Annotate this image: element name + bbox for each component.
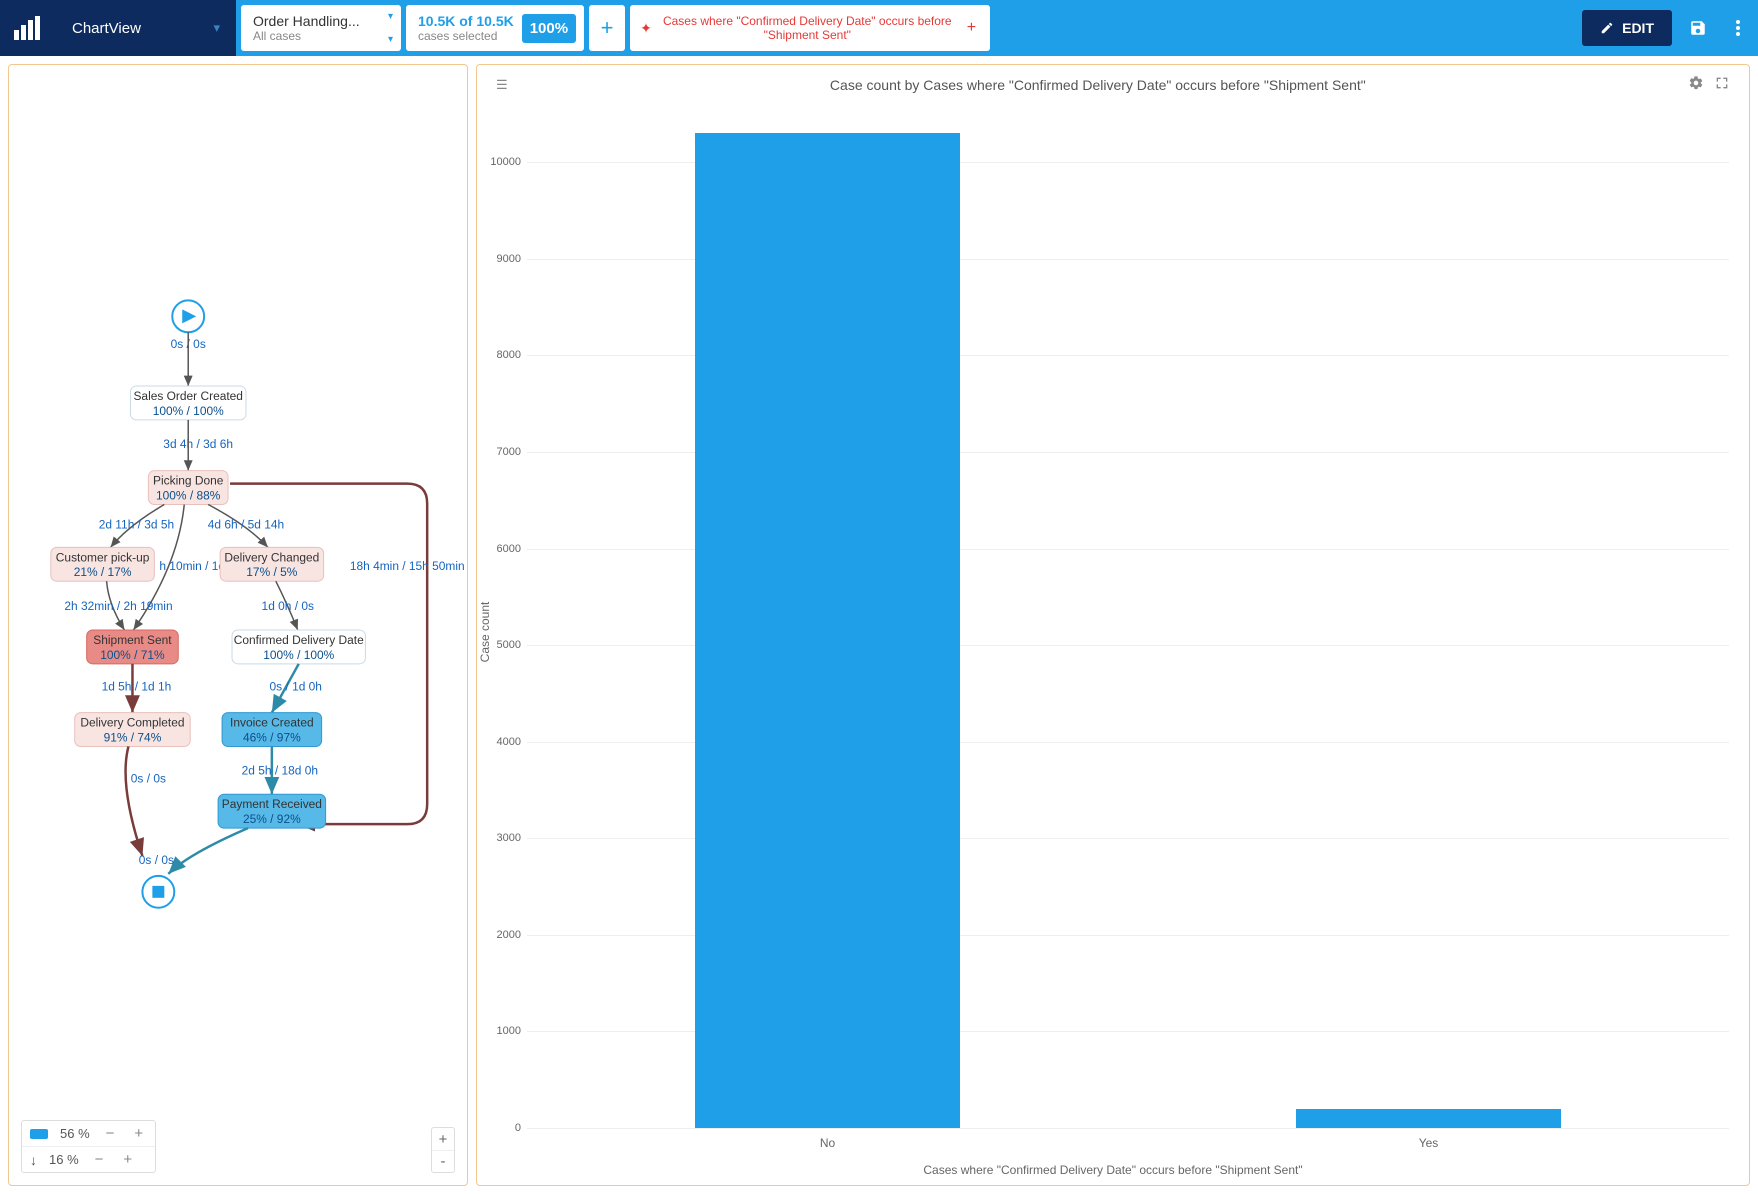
percent-badge: 100% bbox=[522, 14, 576, 43]
svg-text:Invoice Created: Invoice Created bbox=[230, 716, 314, 730]
path-arrow-icon: ↓ bbox=[30, 1152, 37, 1168]
svg-text:h 10min / 1d: h 10min / 1d bbox=[159, 559, 225, 573]
filter-tab-label: Cases where "Confirmed Delivery Date" oc… bbox=[652, 14, 963, 42]
filter-tab[interactable]: ✦ Cases where "Confirmed Delivery Date" … bbox=[630, 5, 990, 51]
path-slider-value: 16 % bbox=[49, 1152, 79, 1167]
y-tick: 5000 bbox=[497, 639, 521, 651]
more-vertical-icon bbox=[1736, 20, 1740, 36]
chevron-down-icon: ▾ bbox=[213, 20, 220, 36]
svg-text:21% / 17%: 21% / 17% bbox=[74, 565, 132, 579]
view-selector[interactable]: ChartView ▾ bbox=[56, 0, 236, 56]
pencil-icon bbox=[1600, 21, 1614, 35]
activity-increase-button[interactable]: + bbox=[130, 1125, 147, 1142]
svg-text:1d 5h / 1d 1h: 1d 5h / 1d 1h bbox=[102, 680, 172, 694]
more-menu-button[interactable] bbox=[1718, 0, 1758, 56]
svg-text:Payment Received: Payment Received bbox=[222, 797, 322, 811]
path-decrease-button[interactable]: − bbox=[91, 1151, 108, 1168]
y-tick: 3000 bbox=[497, 832, 521, 844]
svg-text:Customer pick-up: Customer pick-up bbox=[56, 550, 150, 564]
activity-swatch-icon bbox=[30, 1129, 48, 1139]
x-tick: Yes bbox=[1419, 1136, 1439, 1150]
y-axis-label: Case count bbox=[478, 601, 492, 662]
x-axis-label: Cases where "Confirmed Delivery Date" oc… bbox=[477, 1159, 1749, 1185]
save-button[interactable] bbox=[1678, 0, 1718, 56]
svg-text:100% / 100%: 100% / 100% bbox=[263, 648, 334, 662]
svg-text:Delivery Completed: Delivery Completed bbox=[80, 716, 184, 730]
svg-text:18h 4min / 15h 50min: 18h 4min / 15h 50min bbox=[350, 559, 465, 573]
edit-button[interactable]: EDIT bbox=[1582, 10, 1672, 46]
chart-title: Case count by Cases where "Confirmed Del… bbox=[513, 77, 1683, 93]
chart-panel: ☰ Case count by Cases where "Confirmed D… bbox=[476, 64, 1750, 1186]
case-count-value: 10.5K of 10.5K bbox=[418, 13, 514, 29]
filter-icon: ✦ bbox=[640, 20, 652, 37]
y-tick: 6000 bbox=[497, 543, 521, 555]
svg-text:1d 0h / 0s: 1d 0h / 0s bbox=[262, 599, 314, 613]
svg-text:100% / 71%: 100% / 71% bbox=[100, 648, 165, 662]
edge-label: 3d 4h / 3d 6h bbox=[163, 437, 233, 451]
zoom-controls: + - bbox=[431, 1127, 455, 1173]
svg-text:100% / 100%: 100% / 100% bbox=[153, 404, 224, 418]
svg-text:0s / 0s: 0s / 0s bbox=[139, 853, 174, 867]
svg-text:Picking Done: Picking Done bbox=[153, 474, 224, 488]
edit-button-label: EDIT bbox=[1622, 20, 1654, 36]
zoom-in-button[interactable]: + bbox=[432, 1128, 454, 1150]
x-tick: No bbox=[820, 1136, 835, 1150]
y-tick: 8000 bbox=[497, 349, 521, 361]
svg-text:Shipment Sent: Shipment Sent bbox=[93, 633, 172, 647]
svg-text:Sales Order Created: Sales Order Created bbox=[133, 389, 242, 403]
svg-text:0s / 0s: 0s / 0s bbox=[131, 771, 166, 785]
svg-text:0s / 1d 0h: 0s / 1d 0h bbox=[270, 680, 322, 694]
flow-slider-controls: 56 % − + ↓ 16 % − + bbox=[21, 1120, 156, 1173]
svg-text:Delivery Changed: Delivery Changed bbox=[224, 550, 319, 564]
svg-text:Confirmed Delivery Date: Confirmed Delivery Date bbox=[234, 633, 364, 647]
svg-text:91% / 74%: 91% / 74% bbox=[104, 730, 162, 744]
chart-bar[interactable] bbox=[1296, 1109, 1560, 1128]
activity-slider-value: 56 % bbox=[60, 1126, 90, 1141]
y-tick: 1000 bbox=[497, 1025, 521, 1037]
activity-decrease-button[interactable]: − bbox=[102, 1125, 119, 1142]
svg-text:25% / 92%: 25% / 92% bbox=[243, 812, 301, 826]
zoom-out-button[interactable]: - bbox=[432, 1150, 454, 1172]
chevron-down-icon: ▾ bbox=[388, 34, 393, 45]
dataset-selector[interactable]: Order Handling... All cases ▾ ▾ bbox=[241, 5, 401, 51]
dataset-subset: All cases bbox=[253, 29, 389, 43]
chart-plot-area[interactable]: Case count 0 1000 2000 3000 4000 5000 6000 7000… bbox=[477, 104, 1749, 1159]
app-logo[interactable] bbox=[0, 0, 56, 56]
svg-text:2h 32min / 2h 19min: 2h 32min / 2h 19min bbox=[64, 599, 172, 613]
y-tick: 0 bbox=[515, 1122, 521, 1134]
svg-text:46% / 97%: 46% / 97% bbox=[243, 730, 301, 744]
case-count-block: 10.5K of 10.5K cases selected 100% bbox=[406, 5, 584, 51]
svg-text:2d 11h / 3d 5h: 2d 11h / 3d 5h bbox=[99, 517, 174, 531]
view-selector-label: ChartView bbox=[72, 20, 141, 37]
fullscreen-icon[interactable] bbox=[1709, 75, 1735, 94]
process-flow-diagram[interactable]: 0s / 0s Sales Order Created 100% / 100% … bbox=[9, 65, 467, 1185]
gear-icon[interactable] bbox=[1683, 75, 1709, 94]
save-icon bbox=[1689, 19, 1707, 37]
svg-text:2d 5h / 18d 0h: 2d 5h / 18d 0h bbox=[242, 763, 318, 777]
dataset-name: Order Handling... bbox=[253, 13, 389, 29]
add-filter-button[interactable]: + bbox=[589, 5, 625, 51]
svg-text:17% / 5%: 17% / 5% bbox=[246, 565, 297, 579]
chevron-down-icon: ▾ bbox=[388, 11, 393, 22]
y-tick: 10000 bbox=[490, 156, 521, 168]
chart-bar[interactable] bbox=[695, 133, 959, 1128]
y-tick: 7000 bbox=[497, 446, 521, 458]
chart-menu-icon[interactable]: ☰ bbox=[491, 77, 513, 93]
y-tick: 2000 bbox=[497, 929, 521, 941]
process-flow-panel: 0s / 0s Sales Order Created 100% / 100% … bbox=[8, 64, 468, 1186]
svg-text:4d 6h / 5d 14h: 4d 6h / 5d 14h bbox=[208, 517, 284, 531]
path-increase-button[interactable]: + bbox=[119, 1151, 136, 1168]
close-icon[interactable]: + bbox=[963, 19, 980, 37]
y-tick: 9000 bbox=[497, 253, 521, 265]
y-tick: 4000 bbox=[497, 736, 521, 748]
svg-text:100% / 88%: 100% / 88% bbox=[156, 489, 221, 503]
case-count-label: cases selected bbox=[418, 29, 514, 43]
